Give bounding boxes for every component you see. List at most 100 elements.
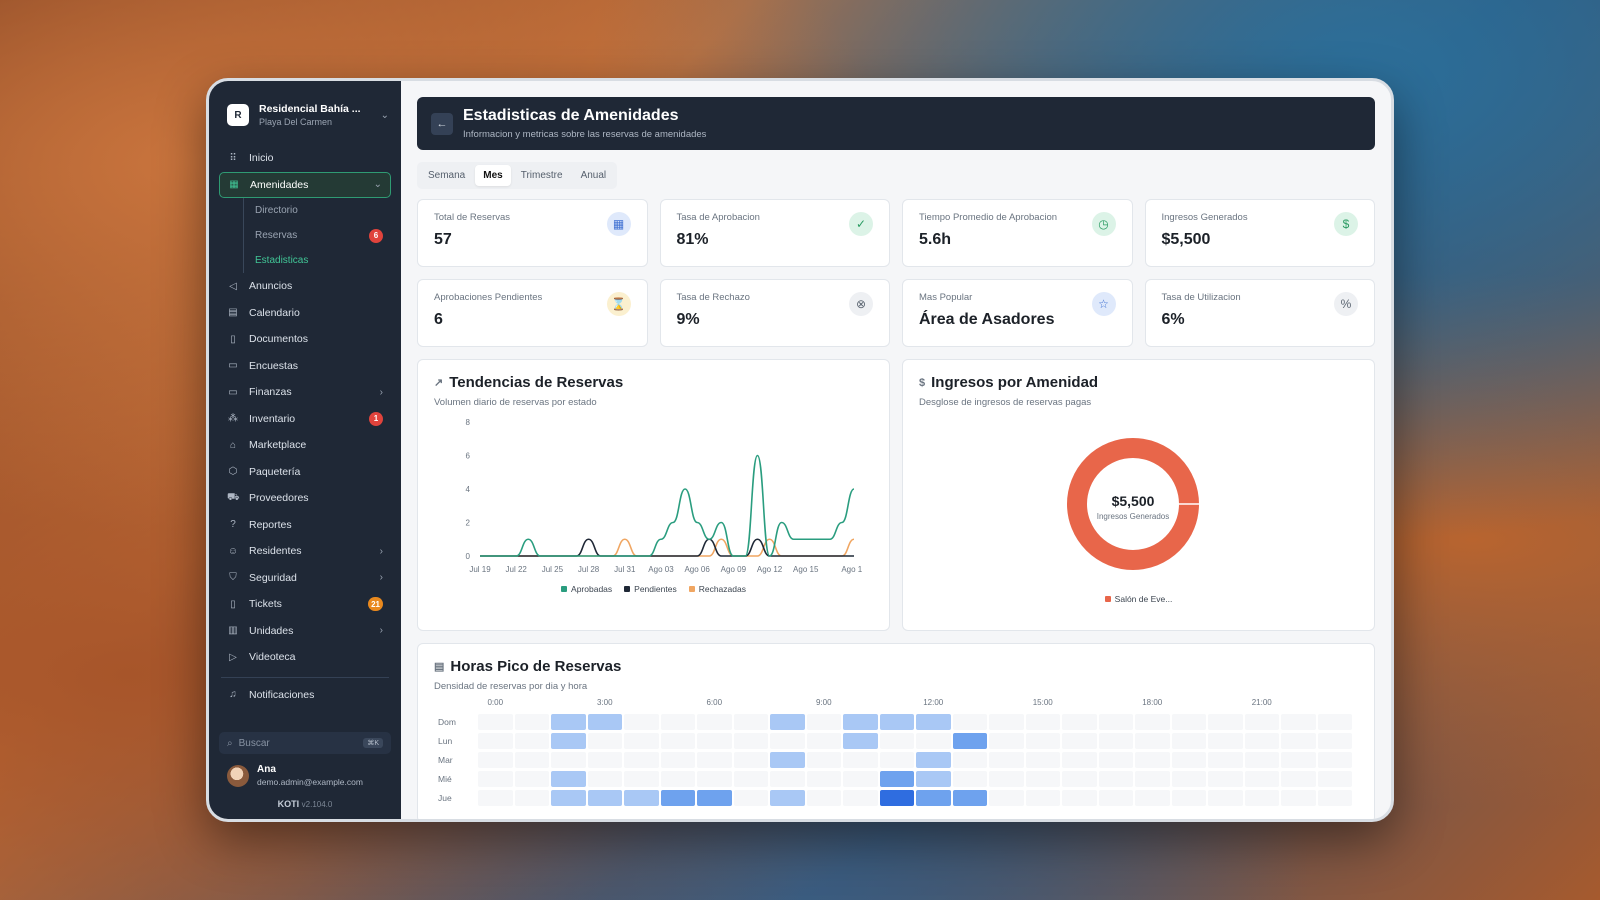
heatmap-cell[interactable] [1208,751,1243,768]
heatmap-cell[interactable] [660,713,695,730]
heatmap-cell[interactable] [952,789,987,806]
heatmap-cell[interactable] [1317,713,1352,730]
heatmap-cell[interactable] [478,770,513,787]
tab-semana[interactable]: Semana [420,165,473,186]
sidebar-item-finanzas[interactable]: ▭ Finanzas › [219,379,391,406]
heatmap-cell[interactable] [697,732,732,749]
heatmap-cell[interactable] [1244,770,1279,787]
heatmap-cell[interactable] [1025,770,1060,787]
heatmap-cell[interactable] [806,770,841,787]
sidebar-item-proveedores[interactable]: ⛟ Proveedores [219,485,391,512]
heatmap-cell[interactable] [989,713,1024,730]
heatmap-cell[interactable] [551,732,586,749]
heatmap-cell[interactable] [989,789,1024,806]
heatmap-cell[interactable] [952,770,987,787]
heatmap-cell[interactable] [916,732,951,749]
heatmap-cell[interactable] [989,770,1024,787]
heatmap-cell[interactable] [806,713,841,730]
sidebar-item-inicio[interactable]: ⠿ Inicio [219,145,391,172]
heatmap-cell[interactable] [1208,713,1243,730]
heatmap-cell[interactable] [1025,789,1060,806]
sidebar-subitem[interactable]: Reservas 6 [219,223,391,248]
sidebar-item-reportes[interactable]: ? Reportes [219,512,391,539]
sidebar-item-notificaciones[interactable]: ♫ Notificaciones [219,682,391,709]
heatmap-cell[interactable] [587,751,622,768]
heatmap-cell[interactable] [624,770,659,787]
heatmap-cell[interactable] [1025,751,1060,768]
heatmap-cell[interactable] [1135,732,1170,749]
heatmap-cell[interactable] [1098,751,1133,768]
heatmap-cell[interactable] [843,713,878,730]
heatmap-cell[interactable] [697,770,732,787]
sidebar-item-encuestas[interactable]: ▭ Encuestas [219,353,391,380]
heatmap-cell[interactable] [1062,732,1097,749]
sidebar-item-unidades[interactable]: ▥ Unidades › [219,618,391,645]
heatmap-cell[interactable] [1317,770,1352,787]
heatmap-cell[interactable] [770,770,805,787]
sidebar-item-anuncios[interactable]: ◁ Anuncios [219,273,391,300]
heatmap-cell[interactable] [1244,751,1279,768]
heatmap-cell[interactable] [1208,770,1243,787]
heatmap-cell[interactable] [1244,732,1279,749]
heatmap-cell[interactable] [1171,751,1206,768]
heatmap-cell[interactable] [660,789,695,806]
search-input[interactable]: ⌕ Buscar ⌘K [219,732,391,754]
heatmap-cell[interactable] [952,732,987,749]
heatmap-cell[interactable] [733,713,768,730]
sidebar-item-calendario[interactable]: ▤ Calendario [219,300,391,327]
heatmap-cell[interactable] [1135,751,1170,768]
heatmap-cell[interactable] [587,770,622,787]
heatmap-cell[interactable] [1062,789,1097,806]
heatmap-cell[interactable] [1281,789,1316,806]
org-switcher[interactable]: R Residencial Bahía ... Playa Del Carmen… [209,81,401,141]
heatmap-cell[interactable] [660,751,695,768]
heatmap-cell[interactable] [916,789,951,806]
heatmap-cell[interactable] [478,789,513,806]
sidebar-item-paqueteria[interactable]: ⬡ Paquetería [219,459,391,486]
heatmap-cell[interactable] [1281,713,1316,730]
heatmap-cell[interactable] [733,770,768,787]
heatmap-cell[interactable] [624,751,659,768]
heatmap-cell[interactable] [660,732,695,749]
sidebar-item-amenidades[interactable]: ▦ Amenidades ⌄ [219,171,391,198]
heatmap-cell[interactable] [879,770,914,787]
sidebar-item-residentes[interactable]: ☺ Residentes › [219,538,391,565]
heatmap-cell[interactable] [1098,713,1133,730]
heatmap-cell[interactable] [478,713,513,730]
heatmap-cell[interactable] [989,732,1024,749]
sidebar-item-tickets[interactable]: ▯ Tickets 21 [219,591,391,618]
heatmap-cell[interactable] [1098,732,1133,749]
heatmap-cell[interactable] [551,789,586,806]
heatmap-cell[interactable] [660,770,695,787]
sidebar-item-videoteca[interactable]: ▷ Videoteca [219,644,391,671]
heatmap-cell[interactable] [733,751,768,768]
sidebar-item-inventario[interactable]: ⁂ Inventario 1 [219,406,391,433]
heatmap-cell[interactable] [1317,789,1352,806]
heatmap-cell[interactable] [770,732,805,749]
sidebar-item-documentos[interactable]: ▯ Documentos [219,326,391,353]
heatmap-cell[interactable] [1317,751,1352,768]
heatmap-cell[interactable] [989,751,1024,768]
heatmap-cell[interactable] [1062,770,1097,787]
heatmap-cell[interactable] [514,713,549,730]
heatmap-cell[interactable] [1098,789,1133,806]
heatmap-cell[interactable] [879,751,914,768]
heatmap-cell[interactable] [770,713,805,730]
heatmap-cell[interactable] [551,751,586,768]
heatmap-cell[interactable] [1171,770,1206,787]
heatmap-cell[interactable] [952,713,987,730]
heatmap-cell[interactable] [587,789,622,806]
heatmap-cell[interactable] [843,789,878,806]
tab-anual[interactable]: Anual [573,165,615,186]
heatmap-cell[interactable] [770,789,805,806]
heatmap-cell[interactable] [806,751,841,768]
heatmap-cell[interactable] [1171,713,1206,730]
heatmap-cell[interactable] [514,732,549,749]
heatmap-cell[interactable] [514,770,549,787]
heatmap-cell[interactable] [1281,732,1316,749]
heatmap-cell[interactable] [1135,713,1170,730]
heatmap-cell[interactable] [806,789,841,806]
heatmap-cell[interactable] [770,751,805,768]
heatmap-cell[interactable] [733,789,768,806]
tab-mes[interactable]: Mes [475,165,511,186]
